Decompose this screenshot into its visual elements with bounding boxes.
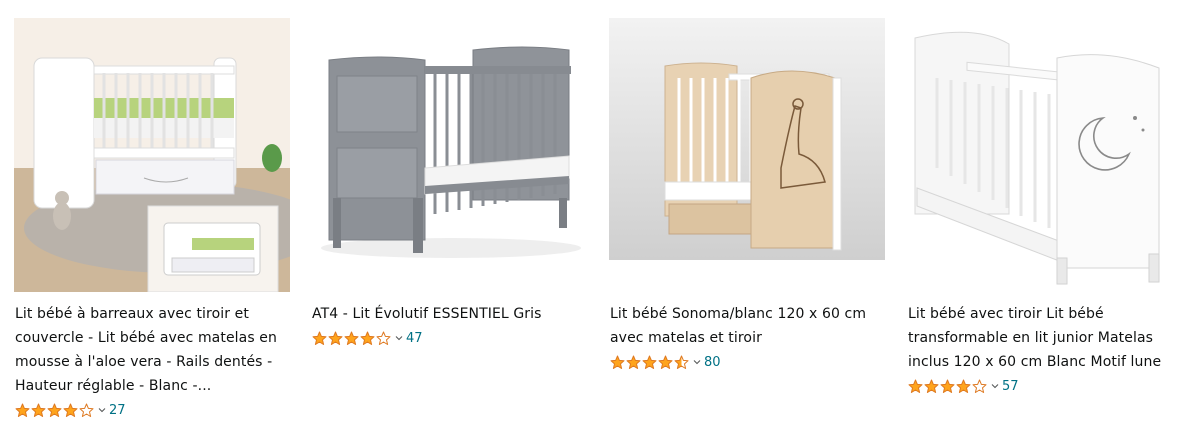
- product-image[interactable]: [609, 18, 885, 292]
- star-full-icon: [610, 355, 625, 369]
- star-empty-icon: [376, 331, 391, 345]
- star-full-icon: [956, 379, 971, 393]
- star-empty-icon: [972, 379, 987, 393]
- review-count[interactable]: 57: [1002, 379, 1019, 394]
- star-full-icon: [31, 403, 46, 417]
- product-title[interactable]: AT4 - Lit Évolutif ESSENTIEL Gris: [312, 302, 584, 326]
- rating-row[interactable]: 57: [908, 377, 1019, 395]
- star-rating: [610, 355, 689, 370]
- product-title[interactable]: Lit bébé Sonoma/blanc 120 x 60 cm avec m…: [610, 302, 882, 350]
- chevron-down-icon: [98, 408, 106, 413]
- review-count[interactable]: 27: [109, 403, 126, 418]
- product-image[interactable]: [907, 18, 1183, 292]
- star-full-icon: [924, 379, 939, 393]
- star-full-icon: [642, 355, 657, 369]
- product-title[interactable]: Lit bébé à barreaux avec tiroir et couve…: [15, 302, 287, 398]
- rating-row[interactable]: 47: [312, 329, 423, 347]
- product-image[interactable]: [311, 18, 587, 292]
- star-full-icon: [344, 331, 359, 345]
- chevron-down-icon: [991, 384, 999, 389]
- review-count[interactable]: 80: [704, 355, 721, 370]
- star-full-icon: [360, 331, 375, 345]
- product-card: Lit bébé Sonoma/blanc 120 x 60 cm avec m…: [609, 0, 889, 430]
- star-full-icon: [328, 331, 343, 345]
- star-full-icon: [15, 403, 30, 417]
- product-card: AT4 - Lit Évolutif ESSENTIEL Gris 47: [311, 0, 591, 430]
- star-rating: [908, 379, 987, 394]
- star-full-icon: [47, 403, 62, 417]
- star-full-icon: [312, 331, 327, 345]
- product-image[interactable]: [14, 18, 290, 292]
- review-count[interactable]: 47: [406, 331, 423, 346]
- product-card: Lit bébé à barreaux avec tiroir et couve…: [14, 0, 294, 430]
- chevron-down-icon: [395, 336, 403, 341]
- star-full-icon: [658, 355, 673, 369]
- chevron-down-icon: [693, 360, 701, 365]
- star-full-icon: [626, 355, 641, 369]
- star-full-icon: [940, 379, 955, 393]
- star-empty-icon: [79, 403, 94, 417]
- star-full-icon: [908, 379, 923, 393]
- product-card: Lit bébé avec tiroir Lit bébé transforma…: [907, 0, 1187, 430]
- star-full-icon: [63, 403, 78, 417]
- star-rating: [312, 331, 391, 346]
- star-half-icon: [674, 355, 689, 369]
- rating-row[interactable]: 27: [15, 401, 126, 419]
- product-grid: Lit bébé à barreaux avec tiroir et couve…: [0, 0, 1194, 430]
- rating-row[interactable]: 80: [610, 353, 721, 371]
- product-title[interactable]: Lit bébé avec tiroir Lit bébé transforma…: [908, 302, 1180, 374]
- star-rating: [15, 403, 94, 418]
